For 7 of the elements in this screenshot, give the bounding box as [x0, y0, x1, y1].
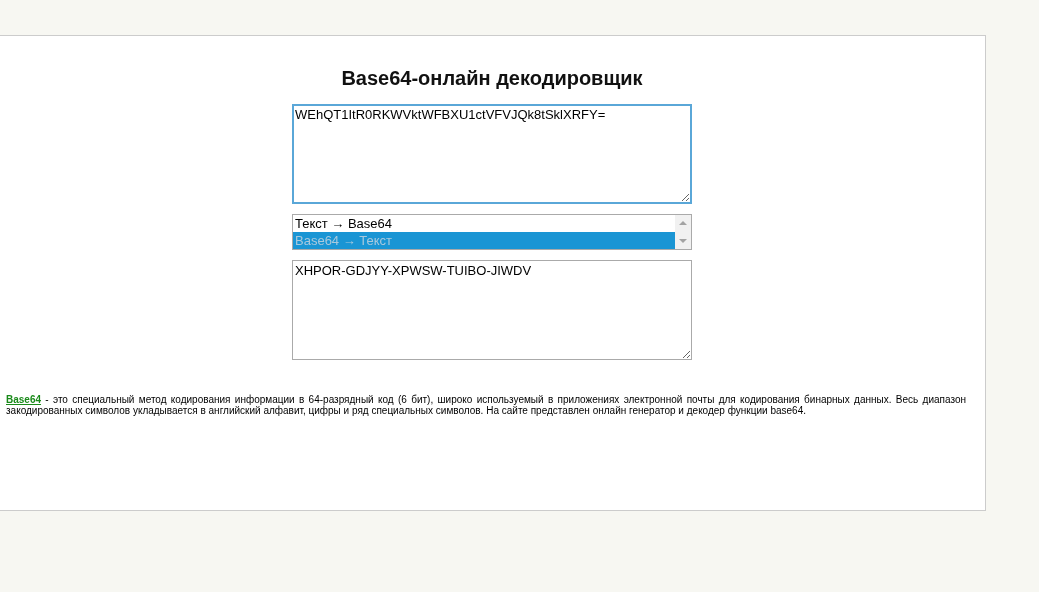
mode-listbox[interactable]: Текст → Base64 Base64 → Текст [292, 214, 692, 250]
base64-link[interactable]: Base64 [6, 394, 42, 405]
mode-option[interactable]: Текст → Base64 [293, 215, 675, 232]
page-title: Base64-онлайн декодировщик [341, 67, 643, 90]
description-paragraph: Base64 - это специальный метод кодирования информации в 64-разрядный код (6 бит), широко используемый в приложениях электронной почты для кодирования бинарных данных. Весь диапазон закодированных символов укладывается в английский алфавит, цифры и ряд специальных символов. На сайте представлен онлайн генератор и декодер функции base64. [6, 394, 966, 416]
input-field[interactable]: WEhQT1ItR0RKWVktWFBXU1ctVFVJQk8tSklXRFY= [292, 104, 692, 204]
output-field[interactable]: XHPOR-GDJYY-XPWSW-TUIBO-JIWDV [292, 260, 692, 360]
